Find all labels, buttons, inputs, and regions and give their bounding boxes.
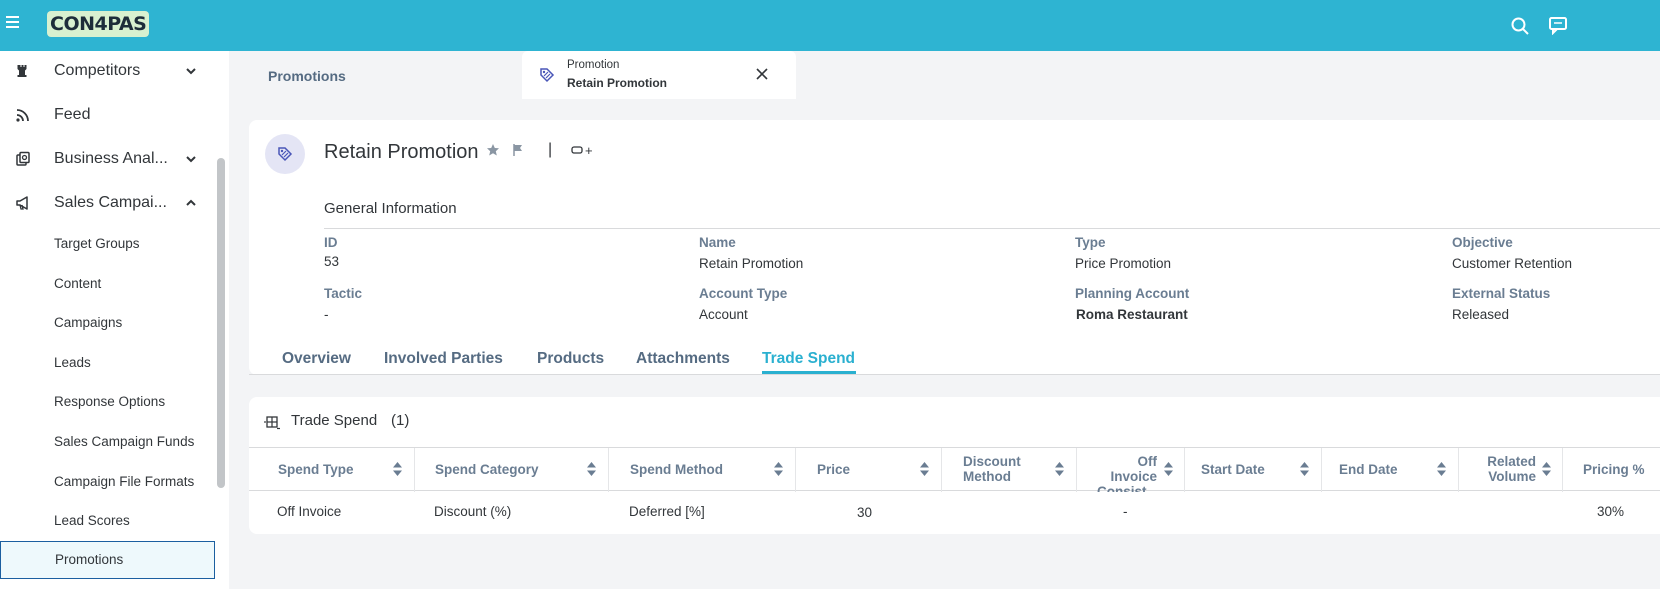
feed-icon (16, 109, 29, 122)
sidebar-item-sales-campaign-funds[interactable]: Sales Campaign Funds (0, 423, 215, 461)
sort-icon[interactable] (1054, 461, 1065, 477)
column-header-off-invoice[interactable]: Off Invoice Consist... (1097, 454, 1157, 492)
column-header-price[interactable]: Price (817, 462, 850, 477)
cell-spend-category: Discount (%) (434, 504, 512, 519)
tab-involved-parties[interactable]: Involved Parties (384, 350, 503, 368)
chevron-up-icon[interactable] (185, 198, 197, 208)
column-header-start-date[interactable]: Start Date (1201, 462, 1265, 477)
sort-icon[interactable] (919, 461, 930, 477)
tab-overview[interactable]: Overview (282, 350, 351, 368)
chevron-down-icon[interactable] (185, 66, 197, 76)
planning-account-link[interactable]: Roma Restaurant (1076, 307, 1188, 322)
column-header-end-date[interactable]: End Date (1339, 462, 1398, 477)
field-value-tactic: - (324, 307, 329, 322)
field-value-id: 53 (324, 254, 340, 269)
column-header-discount-method[interactable]: Discount Method (963, 454, 1021, 484)
column-header-spend-method[interactable]: Spend Method (630, 462, 723, 477)
section-title-general-information: General Information (324, 200, 457, 217)
trade-spend-count: (1) (391, 412, 410, 429)
sidebar: Competitors Feed Business Anal... Sales … (0, 51, 229, 589)
sort-icon[interactable] (586, 461, 597, 477)
top-bar: CON4PAS (0, 0, 1660, 51)
section-divider (324, 228, 1660, 229)
document-tab-strip: Promotions Promotion Retain Promotion (229, 51, 1660, 99)
sort-icon[interactable] (773, 461, 784, 477)
cell-pricing-pct: 30% (1597, 504, 1625, 519)
sidebar-item-campaign-file-formats[interactable]: Campaign File Formats (0, 463, 215, 501)
sort-icon[interactable] (392, 461, 403, 477)
sidebar-item-business-analytics[interactable]: Business Anal... (0, 139, 215, 179)
sort-icon[interactable] (1436, 461, 1447, 477)
page-title: Retain Promotion (324, 141, 479, 163)
chess-rook-icon (17, 65, 27, 77)
sort-icon[interactable] (1541, 461, 1552, 477)
table-header: Spend Type Spend Category Spend Method P… (249, 447, 1660, 492)
flag-icon[interactable] (511, 143, 525, 157)
tag-icon[interactable] (571, 143, 585, 157)
sidebar-item-content[interactable]: Content (0, 265, 215, 303)
field-label-objective: Objective (1452, 235, 1513, 250)
header-separator: | (548, 141, 553, 158)
field-label-type: Type (1075, 235, 1106, 250)
field-value-account-type: Account (699, 307, 748, 322)
sidebar-item-target-groups[interactable]: Target Groups (0, 225, 215, 263)
star-icon[interactable] (486, 143, 500, 157)
field-value-name: Retain Promotion (699, 256, 804, 271)
field-label-planning-account: Planning Account (1075, 286, 1190, 301)
object-header-card: Retain Promotion | + General Information… (249, 120, 1660, 375)
field-label-account-type: Account Type (699, 286, 788, 301)
sidebar-scrollbar[interactable] (217, 158, 225, 488)
tab-attachments[interactable]: Attachments (636, 350, 730, 368)
app-logo[interactable]: CON4PAS (47, 10, 150, 38)
field-value-type: Price Promotion (1075, 256, 1172, 271)
search-icon[interactable] (1510, 16, 1530, 36)
cell-spend-type: Off Invoice (277, 504, 342, 519)
table-settings-icon[interactable] (264, 414, 280, 430)
column-header-spend-category[interactable]: Spend Category (435, 462, 539, 477)
field-label-external-status: External Status (1452, 286, 1551, 301)
cell-price: 30 (857, 505, 873, 520)
field-value-external-status: Released (1452, 307, 1510, 322)
megaphone-icon (16, 196, 28, 210)
sidebar-item-competitors[interactable]: Competitors (0, 51, 215, 91)
add-tag-button[interactable]: + (585, 143, 593, 158)
tab-promotions[interactable]: Promotions (235, 51, 517, 99)
column-header-pricing-pct[interactable]: Pricing % (1583, 462, 1645, 477)
field-label-id: ID (324, 235, 338, 250)
sidebar-item-sales-campaigns[interactable]: Sales Campai... (0, 183, 215, 223)
sidebar-item-response-options[interactable]: Response Options (0, 383, 215, 421)
column-header-spend-type[interactable]: Spend Type (278, 462, 354, 477)
field-label-name: Name (699, 235, 736, 250)
hamburger-menu-icon[interactable] (6, 16, 22, 32)
cell-off-invoice: - (1123, 504, 1128, 519)
close-icon[interactable] (755, 67, 769, 81)
sort-icon[interactable] (1299, 461, 1310, 477)
sidebar-item-leads[interactable]: Leads (0, 344, 215, 382)
sidebar-item-feed[interactable]: Feed (0, 95, 215, 135)
tab-trade-spend[interactable]: Trade Spend (762, 350, 855, 368)
promotion-tag-icon (278, 147, 293, 162)
business-analytics-icon (16, 151, 30, 166)
chevron-down-icon[interactable] (185, 154, 197, 164)
field-label-tactic: Tactic (324, 286, 363, 301)
sidebar-item-promotions[interactable]: Promotions (0, 541, 215, 579)
sidebar-item-campaigns[interactable]: Campaigns (0, 304, 215, 342)
tabs-divider (249, 374, 1660, 375)
trade-spend-card: Trade Spend (1) Spend Type Spend Categor… (249, 397, 1660, 534)
sort-icon[interactable] (1163, 461, 1174, 477)
column-header-related-volume[interactable]: Related Volume (1475, 454, 1536, 484)
tab-products[interactable]: Products (537, 350, 604, 368)
object-avatar (265, 134, 305, 174)
cell-spend-method: Deferred [%] (629, 504, 705, 519)
table-row[interactable]: Off Invoice Discount (%) Deferred [%] 30… (249, 491, 1660, 534)
promotion-tag-icon (540, 68, 555, 83)
trade-spend-title: Trade Spend (291, 412, 378, 429)
field-value-objective: Customer Retention (1452, 256, 1573, 271)
sidebar-item-lead-scores[interactable]: Lead Scores (0, 502, 215, 540)
feedback-chat-icon[interactable] (1548, 15, 1568, 35)
tab-retain-promotion[interactable]: Promotion Retain Promotion (522, 51, 796, 99)
